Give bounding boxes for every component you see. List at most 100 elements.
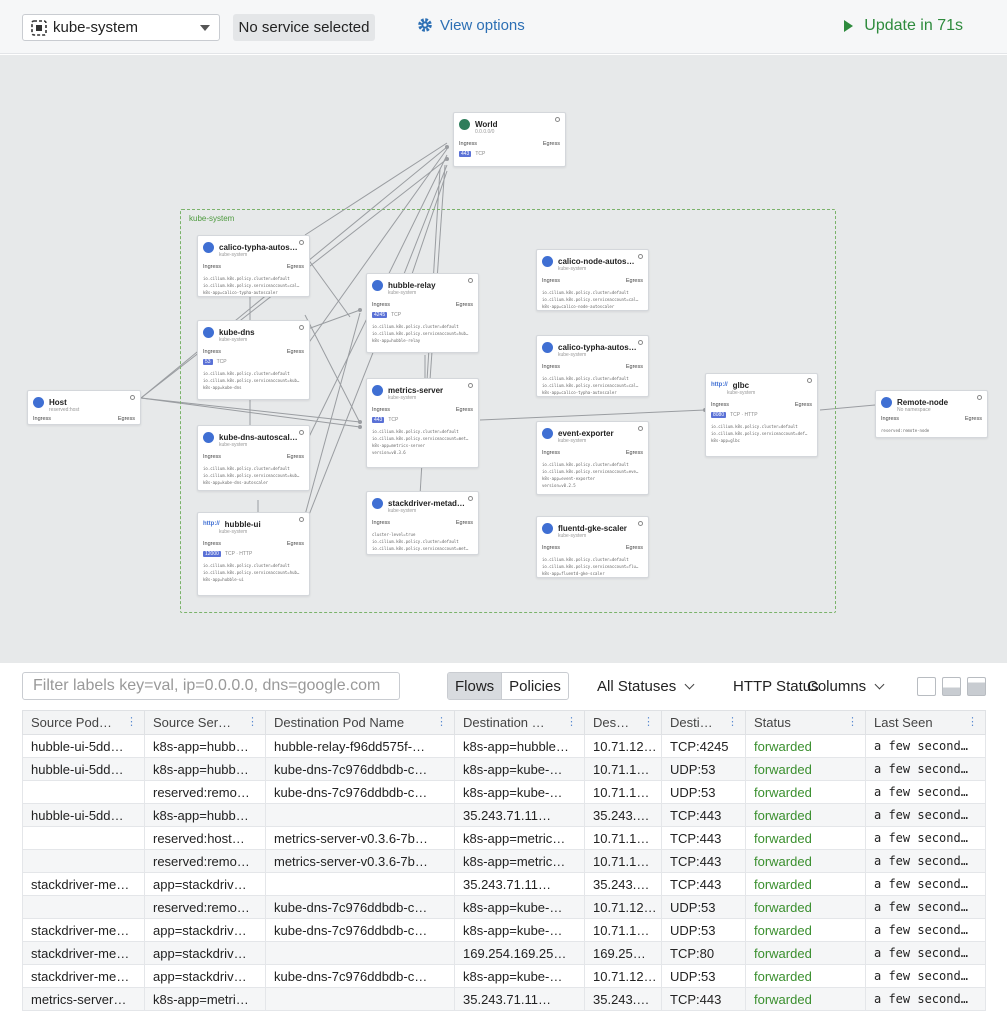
- columns-dropdown[interactable]: Columns: [807, 678, 885, 695]
- column-menu-icon[interactable]: ⋮: [247, 715, 258, 728]
- kubernetes-icon: [881, 396, 892, 408]
- table-row[interactable]: hubble-ui-5dd… k8s-app=hubb… 35.243.71.11……: [22, 803, 986, 827]
- column-menu-icon[interactable]: ⋮: [847, 715, 858, 728]
- table-cell: a few second…: [865, 987, 986, 1011]
- card-calico-typha-autoscaler[interactable]: calico-typha-autos… kube-system Ingress E…: [197, 235, 310, 297]
- layout-table-icon[interactable]: [967, 677, 986, 696]
- table-row[interactable]: stackdriver-me… app=stackdriv… 169.254.169…: [22, 941, 986, 965]
- column-menu-icon[interactable]: ⋮: [566, 715, 577, 728]
- table-row[interactable]: reserved:remo… metrics-server-v0.3.6-7b… k…: [22, 849, 986, 873]
- column-menu-icon[interactable]: ⋮: [643, 715, 654, 728]
- card-title: kube-dns-autoscal…: [219, 432, 298, 442]
- table-cell: stackdriver-me…: [22, 918, 145, 942]
- card-label: io.cilium.k8s.policy.cluster=default: [542, 462, 629, 467]
- table-row[interactable]: stackdriver-me… app=stackdriv… kube-dns-7c…: [22, 964, 986, 988]
- flows-table: Source Pod… ⋮ Source Ser… ⋮ Destination Pod …: [22, 710, 986, 1011]
- table-cell: k8s-app=kube-…: [454, 780, 585, 804]
- layout-split-icon[interactable]: [942, 677, 961, 696]
- table-row[interactable]: metrics-server… k8s-app=metri… 35.243.71.1…: [22, 987, 986, 1011]
- table-row[interactable]: stackdriver-me… app=stackdriv… 35.243.71.1…: [22, 872, 986, 896]
- settings-icon[interactable]: [468, 383, 473, 388]
- table-cell: k8s-app=kube-…: [454, 757, 585, 781]
- kubernetes-icon: [542, 255, 553, 267]
- table-row[interactable]: reserved:remo… kube-dns-7c976ddbdb-c… k8s-…: [22, 780, 986, 804]
- egress-label: Egress: [794, 402, 812, 408]
- card-calico-node-autoscaler[interactable]: calico-node-autos… kube-system Ingress Eg…: [536, 249, 649, 311]
- settings-icon[interactable]: [468, 278, 473, 283]
- port-badge: 443: [459, 151, 472, 157]
- namespace-select[interactable]: kube-system: [22, 14, 220, 41]
- table-cell: 169.254.169.25…: [454, 941, 585, 965]
- column-header[interactable]: Destination Pod Name ⋮: [265, 710, 455, 735]
- card-kube-dns-autoscaler[interactable]: kube-dns-autoscal… kube-system Ingress Eg…: [197, 425, 310, 491]
- column-menu-icon[interactable]: ⋮: [727, 715, 738, 728]
- view-options-button[interactable]: View options: [416, 16, 525, 34]
- service-selector-button[interactable]: No service selected: [233, 14, 375, 41]
- service-map[interactable]: kube-system World 0.0.0.0/0 Ingress Egres…: [0, 55, 1007, 663]
- protocol-label: TCP: [475, 151, 486, 157]
- ingress-label: Ingress: [372, 302, 391, 308]
- card-title: calico-typha-autos…: [219, 242, 298, 252]
- settings-icon[interactable]: [638, 426, 643, 431]
- table-row[interactable]: hubble-ui-5dd… k8s-app=hubb… kube-dns-7c97…: [22, 757, 986, 781]
- settings-icon[interactable]: [638, 340, 643, 345]
- card-kube-dns[interactable]: kube-dns kube-system Ingress Egress 53 TCP…: [197, 320, 310, 400]
- column-menu-icon[interactable]: ⋮: [967, 715, 978, 728]
- egress-label: Egress: [286, 454, 304, 460]
- settings-icon[interactable]: [299, 517, 304, 522]
- card-label: reserved:remote-node: [881, 428, 930, 433]
- card-calico-typha-autoscaler-2[interactable]: calico-typha-autos… kube-system Ingress E…: [536, 335, 649, 397]
- column-header[interactable]: Last Seen ⋮: [865, 710, 986, 735]
- tab-flows[interactable]: Flows: [448, 673, 503, 699]
- table-row[interactable]: reserved:host… metrics-server-v0.3.6-7b… k…: [22, 826, 986, 850]
- settings-icon[interactable]: [299, 325, 304, 330]
- columns-label: Columns: [807, 678, 867, 695]
- card-label: io.cilium.k8s.policy.cluster=default: [372, 539, 459, 544]
- column-header[interactable]: Source Ser… ⋮: [144, 710, 266, 735]
- table-cell: a few second…: [865, 849, 986, 873]
- settings-icon[interactable]: [807, 378, 812, 383]
- column-header[interactable]: Source Pod… ⋮: [22, 710, 145, 735]
- card-hubble-ui[interactable]: http:// hubble-ui kube-system Ingress Egre…: [197, 512, 310, 596]
- table-row[interactable]: stackdriver-me… app=stackdriv… kube-dns-7c…: [22, 918, 986, 942]
- tab-policies[interactable]: Policies: [502, 673, 568, 699]
- settings-icon[interactable]: [299, 240, 304, 245]
- card-remote-node[interactable]: Remote-node No namespace Ingress Egress r…: [875, 390, 988, 438]
- port-badge: 12000: [203, 551, 221, 557]
- column-header[interactable]: Status ⋮: [745, 710, 866, 735]
- settings-icon[interactable]: [130, 395, 135, 400]
- column-menu-icon[interactable]: ⋮: [436, 715, 447, 728]
- column-menu-icon[interactable]: ⋮: [126, 715, 137, 728]
- status-filter-dropdown[interactable]: All Statuses: [597, 678, 695, 695]
- card-subtitle: kube-system: [558, 438, 587, 444]
- card-fluentd-gke-scaler[interactable]: fluentd-gke-scaler kube-system Ingress Eg…: [536, 516, 649, 578]
- table-row[interactable]: reserved:remo… kube-dns-7c976ddbdb-c… k8s-…: [22, 895, 986, 919]
- column-header[interactable]: Destination … ⋮: [454, 710, 585, 735]
- table-cell: forwarded: [745, 918, 866, 942]
- settings-icon[interactable]: [555, 117, 560, 122]
- table-cell: a few second…: [865, 872, 986, 896]
- column-header-label: Source Pod…: [31, 715, 112, 730]
- column-header[interactable]: Des… ⋮: [584, 710, 662, 735]
- card-stackdriver-metadata-agent[interactable]: stackdriver-metad… kube-system Ingress Eg…: [366, 491, 479, 555]
- ingress-label: Ingress: [372, 407, 391, 413]
- settings-icon[interactable]: [977, 395, 982, 400]
- card-world[interactable]: World 0.0.0.0/0 Ingress Egress 443 TCP: [453, 112, 566, 167]
- filter-input[interactable]: [22, 672, 400, 700]
- card-hubble-relay[interactable]: hubble-relay kube-system Ingress Egress 4…: [366, 273, 479, 353]
- update-button[interactable]: Update in 71s: [844, 17, 963, 35]
- card-event-exporter[interactable]: event-exporter kube-system Ingress Egress…: [536, 421, 649, 495]
- card-glbc[interactable]: http:// glbc kube-system Ingress Egress 80…: [705, 373, 818, 457]
- layout-full-icon[interactable]: [917, 677, 936, 696]
- settings-icon[interactable]: [638, 521, 643, 526]
- table-cell: 169.25…: [584, 941, 662, 965]
- column-header[interactable]: Desti… ⋮: [661, 710, 746, 735]
- http-status-filter[interactable]: HTTP Status: [733, 678, 819, 695]
- settings-icon[interactable]: [299, 430, 304, 435]
- settings-icon[interactable]: [468, 496, 473, 501]
- settings-icon[interactable]: [638, 254, 643, 259]
- card-host[interactable]: Host reserved:host Ingress Egress: [27, 390, 141, 425]
- card-label: io.cilium.k8s.policy.serviceaccount=cal…: [203, 283, 300, 288]
- card-metrics-server[interactable]: metrics-server kube-system Ingress Egress…: [366, 378, 479, 468]
- table-row[interactable]: hubble-ui-5dd… k8s-app=hubb… hubble-relay-…: [22, 734, 986, 758]
